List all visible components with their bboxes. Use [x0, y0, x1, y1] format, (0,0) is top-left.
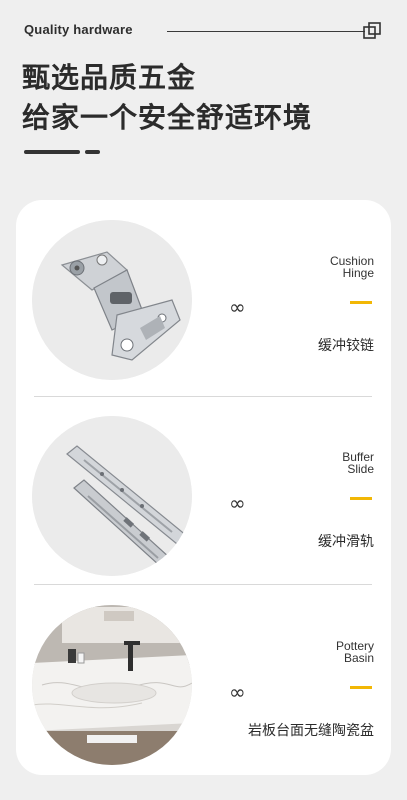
accent-bar	[350, 301, 372, 304]
product-cn-name: 缓冲滑轨	[318, 534, 374, 550]
product-card: ∞ Cushion Hinge 缓冲铰链 ∞ Buffer Slide 缓冲滑轨…	[16, 200, 391, 775]
product-en-name: Cushion Hinge	[329, 254, 374, 280]
infinity-icon: ∞	[229, 680, 246, 704]
brand-label: Quality hardware	[24, 22, 133, 37]
headline-line-2: 给家一个安全舒适环境	[22, 101, 313, 134]
product-en-name: Buffer Slide	[342, 450, 374, 476]
basin-photo	[32, 605, 192, 765]
product-en-name: Pottery Basin	[335, 639, 374, 665]
copy-icon[interactable]	[362, 20, 384, 42]
product-cn-name: 岩板台面无缝陶瓷盆	[248, 723, 374, 739]
infinity-icon: ∞	[229, 295, 246, 319]
header-rule	[167, 31, 365, 32]
accent-bar	[350, 686, 372, 689]
page-headline: 甄选品质五金 给家一个安全舒适环境	[22, 58, 312, 138]
top-bar: Quality hardware	[24, 20, 384, 42]
accent-bar	[350, 497, 372, 500]
headline-underline-dot	[85, 150, 100, 154]
headline-underline	[24, 150, 80, 154]
product-cn-name: 缓冲铰链	[318, 338, 374, 354]
product-row-basin[interactable]: ∞ Pottery Basin 岩板台面无缝陶瓷盆	[16, 585, 391, 770]
product-row-hinge[interactable]: ∞ Cushion Hinge 缓冲铰链	[16, 200, 391, 385]
infinity-icon: ∞	[229, 491, 246, 515]
product-row-slide[interactable]: ∞ Buffer Slide 缓冲滑轨	[16, 396, 391, 581]
headline-line-1: 甄选品质五金	[22, 61, 197, 94]
hinge-photo	[32, 220, 192, 380]
slide-photo	[32, 416, 192, 576]
